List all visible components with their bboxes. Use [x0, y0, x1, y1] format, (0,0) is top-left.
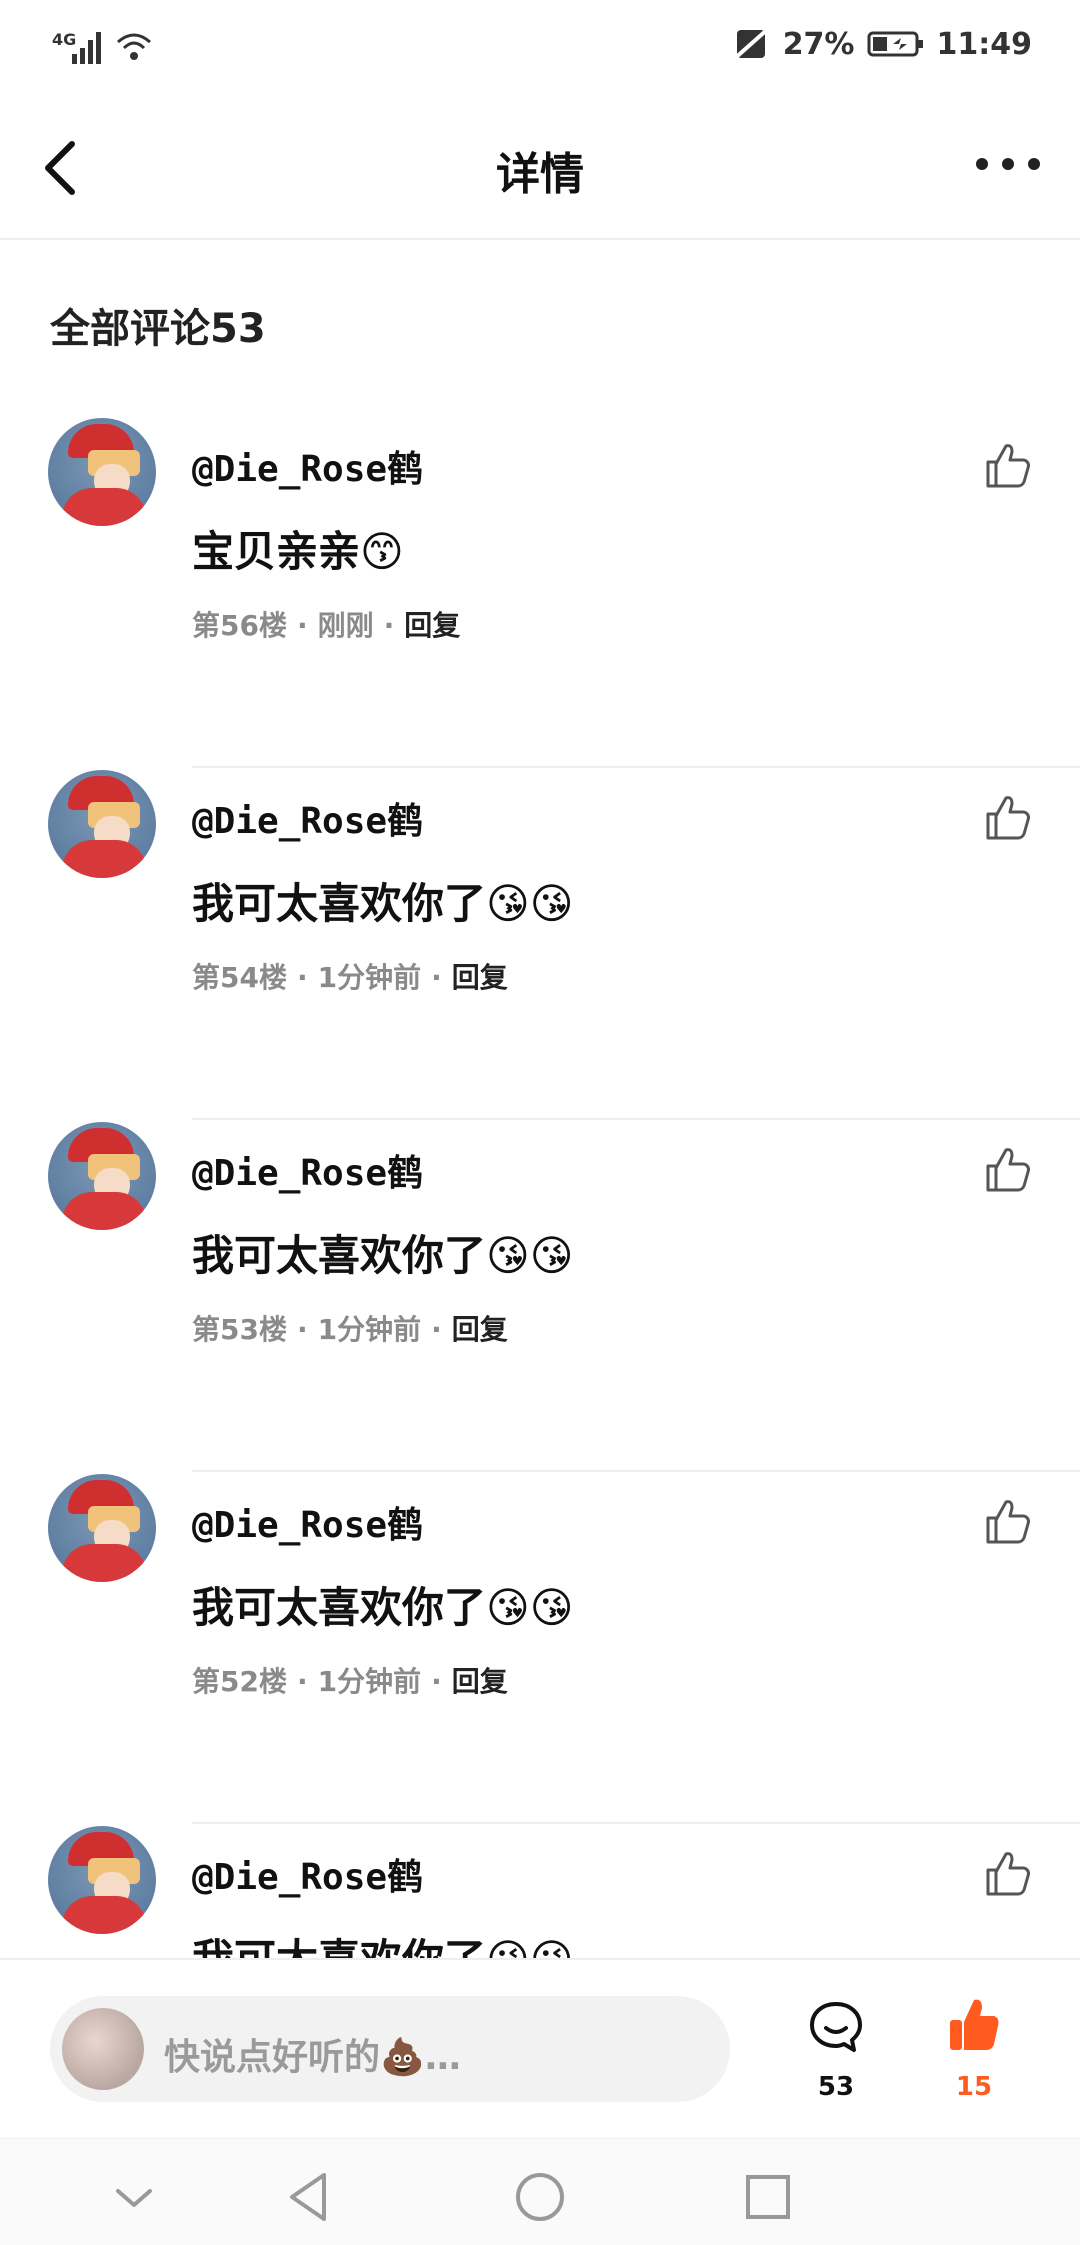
like-button[interactable] [982, 440, 1032, 490]
nav-recents-button[interactable] [738, 2167, 798, 2227]
avatar[interactable] [48, 770, 156, 878]
system-nav-bar [0, 2138, 1080, 2245]
comment-input[interactable]: 快说点好听的💩… [50, 1996, 730, 2102]
my-avatar [62, 2008, 144, 2090]
divider [192, 1822, 1080, 1824]
floor-label: 第56楼 [192, 609, 287, 642]
reply-button[interactable]: 回复 [452, 1313, 508, 1346]
username[interactable]: @Die_Rose鹤 [192, 1848, 423, 1900]
wifi-icon [117, 33, 151, 60]
status-right: 27% 11:49 [731, 26, 1032, 62]
comment-meta: 第54楼 · 1分钟前 · 回复 [192, 961, 508, 994]
comment-item: @Die_Rose鹤 我可太喜欢你了😘😘 [0, 1826, 1080, 1958]
comment-meta: 第56楼 · 刚刚 · 回复 [192, 609, 461, 642]
reply-button[interactable]: 回复 [404, 609, 460, 642]
comment-button[interactable] [806, 1998, 866, 2058]
floor-label: 第53楼 [192, 1313, 287, 1346]
username[interactable]: @Die_Rose鹤 [192, 440, 423, 492]
like-count: 15 [955, 2072, 993, 2102]
comment-text: 我可太喜欢你了😘😘 [192, 1231, 574, 1280]
time-label: 1分钟前 [317, 961, 422, 994]
more-dot [1028, 158, 1040, 170]
like-post-button[interactable] [946, 1994, 1002, 2054]
like-button[interactable] [982, 792, 1032, 842]
square-recents-icon [746, 2175, 790, 2219]
battery-percent: 27% [782, 26, 855, 62]
more-button[interactable] [976, 158, 1040, 176]
comment-text: 宝贝亲亲😙 [192, 527, 404, 576]
comment-input-bar: 快说点好听的💩… 53 15 [0, 1958, 1080, 2140]
avatar[interactable] [48, 1122, 156, 1230]
divider [192, 766, 1080, 768]
thumbs-up-outline-icon [986, 444, 1030, 488]
comment-meta: 第52楼 · 1分钟前 · 回复 [192, 1665, 508, 1698]
comment-count: 53 [817, 2072, 855, 2102]
username[interactable]: @Die_Rose鹤 [192, 1144, 423, 1196]
thumbs-up-outline-icon [986, 1148, 1030, 1192]
comment-item: @Die_Rose鹤 我可太喜欢你了😘😘 第53楼 · 1分钟前 · 回复 [0, 1122, 1080, 1472]
reply-button[interactable]: 回复 [452, 961, 508, 994]
username[interactable]: @Die_Rose鹤 [192, 1496, 423, 1548]
comment-placeholder: 快说点好听的💩… [164, 2037, 461, 2078]
time-label: 1分钟前 [317, 1313, 422, 1346]
thumbs-up-outline-icon [986, 796, 1030, 840]
thumbs-up-outline-icon [986, 1500, 1030, 1544]
triangle-back-icon [290, 2173, 326, 2221]
clock: 11:49 [936, 26, 1033, 62]
battery-icon [867, 31, 923, 57]
comments-section-title: 全部评论53 [50, 306, 266, 352]
comment-item: @Die_Rose鹤 我可太喜欢你了😘😘 第52楼 · 1分钟前 · 回复 [0, 1474, 1080, 1824]
top-header: 详情 [0, 100, 1080, 240]
floor-label: 第54楼 [192, 961, 287, 994]
avatar[interactable] [48, 1474, 156, 1582]
time-label: 1分钟前 [317, 1665, 422, 1698]
comment-item: @Die_Rose鹤 我可太喜欢你了😘😘 第54楼 · 1分钟前 · 回复 [0, 770, 1080, 1120]
nav-hide-button[interactable] [104, 2167, 164, 2227]
thumbs-up-filled-icon [950, 1999, 999, 2050]
status-bar: 4G 27% 11:49 [0, 0, 1080, 100]
like-button[interactable] [982, 1496, 1032, 1546]
comment-text: 我可太喜欢你了😘😘 [192, 879, 574, 928]
comment-meta: 第53楼 · 1分钟前 · 回复 [192, 1313, 508, 1346]
chevron-down-icon [116, 2189, 152, 2207]
nav-home-button[interactable] [510, 2167, 570, 2227]
comment-item: @Die_Rose鹤 宝贝亲亲😙 第56楼 · 刚刚 · 回复 [0, 418, 1080, 768]
no-sim-icon [731, 26, 771, 62]
more-dots-icon [976, 158, 988, 170]
comment-text: 我可太喜欢你了😘😘 [192, 1583, 574, 1632]
nav-back-button[interactable] [280, 2167, 340, 2227]
circle-home-icon [516, 2173, 564, 2221]
comment-text: 我可太喜欢你了😘😘 [192, 1926, 574, 1958]
status-left: 4G [52, 30, 154, 66]
divider [192, 1118, 1080, 1120]
like-button[interactable] [982, 1144, 1032, 1194]
reply-button[interactable]: 回复 [452, 1665, 508, 1698]
network-type: 4G [52, 30, 77, 49]
like-button[interactable] [982, 1848, 1032, 1898]
time-label: 刚刚 [317, 609, 374, 642]
page-title: 详情 [496, 149, 584, 200]
floor-label: 第52楼 [192, 1665, 287, 1698]
thumbs-up-outline-icon [986, 1852, 1030, 1896]
comment-bubble-icon [810, 2002, 862, 2052]
avatar[interactable] [48, 1826, 156, 1934]
divider [192, 1470, 1080, 1472]
more-dot [1002, 158, 1014, 170]
username[interactable]: @Die_Rose鹤 [192, 792, 423, 844]
avatar[interactable] [48, 418, 156, 526]
